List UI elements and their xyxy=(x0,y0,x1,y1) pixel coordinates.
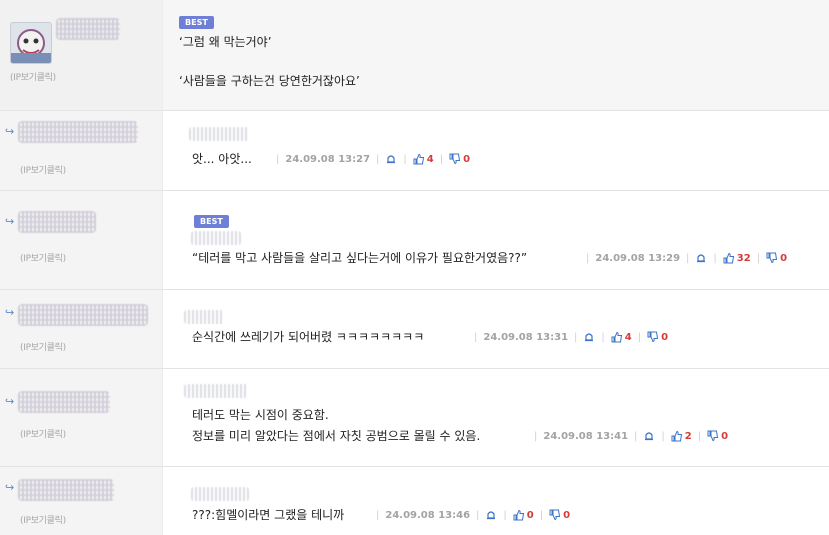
thumbs-up-icon[interactable] xyxy=(671,430,683,442)
comment-body: ???:힘멜이라면 그랬을 테니까 | 24.09.08 13:46 | | 0… xyxy=(164,467,829,535)
reply-arrow-icon: ↪ xyxy=(5,306,15,319)
reply-target-blurred xyxy=(184,384,248,398)
reply-arrow-icon: ↪ xyxy=(5,481,15,494)
best-badge: BEST xyxy=(194,215,229,228)
thumbs-down-icon[interactable] xyxy=(766,252,778,264)
reply-target-blurred xyxy=(189,127,249,141)
dislike-count: 0 xyxy=(780,252,788,264)
comment-text: ???:힘멜이라면 그랬을 테니까 xyxy=(192,508,345,522)
like-count: 4 xyxy=(624,331,632,343)
nickname-blurred[interactable] xyxy=(18,121,138,143)
bell-icon[interactable] xyxy=(385,153,397,165)
bell-icon[interactable] xyxy=(583,331,595,343)
bell-icon[interactable] xyxy=(643,430,655,442)
bell-icon[interactable] xyxy=(695,252,707,264)
reply-target-blurred xyxy=(191,231,241,245)
author-column: ↪ (IP보기클릭) xyxy=(0,369,163,466)
comment-row: ↪ (IP보기클릭) 순식간에 쓰레기가 되어버렸 ㅋㅋㅋㅋㅋㅋㅋㅋ | 24.… xyxy=(0,290,829,369)
comment-body: BEST ‘그럼 왜 막는거야’ ‘사람들을 구하는건 당연한거잖아요’ xyxy=(164,0,829,110)
thumbs-down-icon[interactable] xyxy=(707,430,719,442)
comment-text-line: 테러도 막는 시점이 중요함. xyxy=(192,408,329,422)
like-count: 0 xyxy=(526,509,534,521)
author-column: ↪ (IP보기클릭) xyxy=(0,467,163,535)
avatar[interactable] xyxy=(10,22,52,64)
bell-icon[interactable] xyxy=(485,509,497,521)
thumbs-up-icon[interactable] xyxy=(513,509,525,521)
dislike-count: 0 xyxy=(563,509,571,521)
comment-row: ↪ (IP보기클릭) BEST “테러를 막고 사람들을 살리고 싶다는거에 이… xyxy=(0,191,829,290)
nickname-blurred[interactable] xyxy=(18,479,114,501)
comment-row: ↪ (IP보기클릭) 테러도 막는 시점이 중요함. 정보를 미리 알았다는 점… xyxy=(0,369,829,467)
author-column: ↪ (IP보기클릭) xyxy=(0,290,163,368)
ip-view-link[interactable]: (IP보기클릭) xyxy=(20,251,66,264)
comment-row: (IP보기클릭) BEST ‘그럼 왜 막는거야’ ‘사람들을 구하는건 당연한… xyxy=(0,0,829,111)
comment-meta: | 24.09.08 13:29 | | 32 | 0 xyxy=(586,252,788,264)
thumbs-up-icon[interactable] xyxy=(611,331,623,343)
like-count: 2 xyxy=(684,430,692,442)
nickname-blurred[interactable] xyxy=(18,211,96,233)
comment-meta: | 24.09.08 13:46 | | 0 | 0 xyxy=(376,509,571,521)
comment-text-line: ‘그럼 왜 막는거야’ xyxy=(179,35,272,49)
like-count: 32 xyxy=(736,252,751,264)
comment-text: “테러를 막고 사람들을 살리고 싶다는거에 이유가 필요한거였음??” xyxy=(192,251,528,265)
ip-view-link[interactable]: (IP보기클릭) xyxy=(10,70,56,83)
dislike-count: 0 xyxy=(661,331,669,343)
comment-date: 24.09.08 13:46 xyxy=(385,509,471,521)
reply-arrow-icon: ↪ xyxy=(5,215,15,228)
dislike-count: 0 xyxy=(721,430,729,442)
comment-list: (IP보기클릭) BEST ‘그럼 왜 막는거야’ ‘사람들을 구하는건 당연한… xyxy=(0,0,829,535)
comment-text: 앗... 아앗... xyxy=(192,152,252,166)
comment-date: 24.09.08 13:41 xyxy=(543,430,629,442)
nickname-blurred[interactable] xyxy=(18,391,110,413)
like-count: 4 xyxy=(426,153,434,165)
comment-date: 24.09.08 13:27 xyxy=(285,153,371,165)
comment-body: BEST “테러를 막고 사람들을 살리고 싶다는거에 이유가 필요한거였음??… xyxy=(164,191,829,289)
thumbs-down-icon[interactable] xyxy=(549,509,561,521)
author-column: ↪ (IP보기클릭) xyxy=(0,191,163,289)
thumbs-down-icon[interactable] xyxy=(449,153,461,165)
comment-body: 순식간에 쓰레기가 되어버렸 ㅋㅋㅋㅋㅋㅋㅋㅋ | 24.09.08 13:31… xyxy=(164,290,829,368)
best-badge: BEST xyxy=(179,16,214,29)
author-column: (IP보기클릭) xyxy=(0,0,163,110)
nickname-blurred[interactable] xyxy=(56,18,120,40)
comment-text: 정보를 미리 알았다는 점에서 자칫 공범으로 몰릴 수 있음. xyxy=(192,429,481,443)
dislike-count: 0 xyxy=(463,153,471,165)
comment-body: 테러도 막는 시점이 중요함. 정보를 미리 알았다는 점에서 자칫 공범으로 … xyxy=(164,369,829,466)
comment-body: 앗... 아앗... | 24.09.08 13:27 | | 4 | 0 xyxy=(164,111,829,190)
comment-meta: | 24.09.08 13:27 | | 4 | 0 xyxy=(276,153,471,165)
nickname-blurred[interactable] xyxy=(18,304,148,326)
author-column: ↪ (IP보기클릭) xyxy=(0,111,163,190)
thumbs-up-icon[interactable] xyxy=(413,153,425,165)
comment-date: 24.09.08 13:29 xyxy=(595,252,681,264)
comment-date: 24.09.08 13:31 xyxy=(483,331,569,343)
comment-meta: | 24.09.08 13:41 | | 2 | 0 xyxy=(534,430,729,442)
reply-arrow-icon: ↪ xyxy=(5,125,15,138)
reply-target-blurred xyxy=(184,310,224,324)
comment-text: 순식간에 쓰레기가 되어버렸 ㅋㅋㅋㅋㅋㅋㅋㅋ xyxy=(192,330,425,344)
comment-meta: | 24.09.08 13:31 | | 4 | 0 xyxy=(474,331,669,343)
ip-view-link[interactable]: (IP보기클릭) xyxy=(20,340,66,353)
ip-view-link[interactable]: (IP보기클릭) xyxy=(20,513,66,526)
thumbs-down-icon[interactable] xyxy=(647,331,659,343)
ip-view-link[interactable]: (IP보기클릭) xyxy=(20,427,66,440)
comment-row: ↪ (IP보기클릭) 앗... 아앗... | 24.09.08 13:27 |… xyxy=(0,111,829,191)
comment-text-line: ‘사람들을 구하는건 당연한거잖아요’ xyxy=(179,74,360,88)
ip-view-link[interactable]: (IP보기클릭) xyxy=(20,163,66,176)
reply-target-blurred xyxy=(191,487,249,501)
comment-row: ↪ (IP보기클릭) ???:힘멜이라면 그랬을 테니까 | 24.09.08 … xyxy=(0,467,829,535)
thumbs-up-icon[interactable] xyxy=(723,252,735,264)
reply-arrow-icon: ↪ xyxy=(5,395,15,408)
